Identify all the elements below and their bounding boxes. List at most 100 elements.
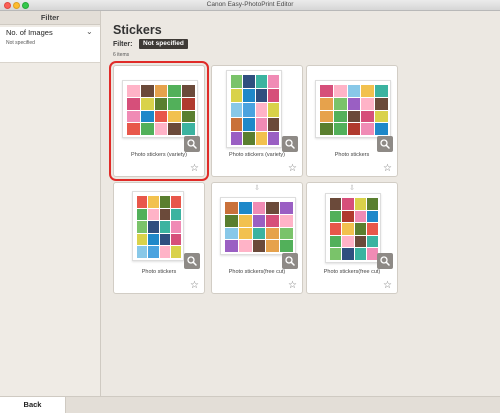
photo-thumbnail xyxy=(140,110,154,123)
photo-grid xyxy=(330,198,378,260)
chevron-down-icon[interactable]: ⌄ xyxy=(86,28,93,36)
photo-thumbnail xyxy=(366,210,378,223)
star-outline-icon[interactable]: ☆ xyxy=(383,281,392,291)
photo-thumbnail xyxy=(366,235,378,248)
magnifier-icon[interactable] xyxy=(184,136,200,152)
main-content: Stickers Filter: Not specified 6 items P… xyxy=(101,11,500,396)
template-card[interactable]: Photo stickers ☆ xyxy=(113,182,205,294)
photo-thumbnail xyxy=(252,214,266,227)
download-cloud-icon: ⇩ xyxy=(349,185,355,192)
photo-thumbnail xyxy=(320,85,333,97)
photo-thumbnail xyxy=(347,85,361,97)
template-card[interactable]: Photo stickers ☆ xyxy=(306,65,398,177)
photo-grid xyxy=(231,75,279,145)
photo-thumbnail xyxy=(137,196,148,208)
star-outline-icon[interactable]: ☆ xyxy=(288,164,297,174)
photo-thumbnail xyxy=(148,246,159,258)
photo-thumbnail xyxy=(159,233,170,246)
photo-thumbnail xyxy=(354,210,366,223)
template-label: Photo stickers xyxy=(141,269,177,275)
photo-grid xyxy=(225,202,293,252)
photo-thumbnail xyxy=(231,131,243,145)
photo-thumbnail xyxy=(168,97,182,110)
magnifier-icon[interactable] xyxy=(282,253,298,269)
photo-thumbnail xyxy=(238,240,252,252)
template-label: Photo stickers xyxy=(334,152,370,158)
photo-thumbnail xyxy=(366,198,378,210)
photo-thumbnail xyxy=(342,248,354,260)
photo-thumbnail xyxy=(231,117,243,131)
photo-thumbnail xyxy=(140,85,154,97)
photo-thumbnail xyxy=(170,196,181,208)
window-titlebar: Canon Easy-PhotoPrint Editor xyxy=(0,0,500,11)
photo-thumbnail xyxy=(159,221,170,233)
photo-thumbnail xyxy=(280,227,293,240)
photo-thumbnail xyxy=(231,75,243,89)
photo-thumbnail xyxy=(252,227,266,240)
photo-thumbnail xyxy=(168,85,182,97)
back-button[interactable]: Back xyxy=(0,397,66,413)
photo-thumbnail xyxy=(342,223,354,235)
filter-label: Filter: xyxy=(113,41,133,48)
photo-thumbnail xyxy=(243,103,255,117)
photo-thumbnail xyxy=(354,223,366,235)
star-outline-icon[interactable]: ☆ xyxy=(288,281,297,291)
star-outline-icon[interactable]: ☆ xyxy=(190,164,199,174)
magnifier-icon[interactable] xyxy=(377,253,393,269)
photo-thumbnail xyxy=(347,97,361,110)
photo-thumbnail xyxy=(330,210,342,223)
template-card[interactable]: Photo stickers (variety) ☆ xyxy=(211,65,303,177)
photo-thumbnail xyxy=(148,196,159,208)
photo-thumbnail xyxy=(266,227,280,240)
filter-value-badge[interactable]: Not specified xyxy=(139,39,188,49)
photo-thumbnail xyxy=(375,110,388,123)
photo-thumbnail xyxy=(280,202,293,214)
photo-thumbnail xyxy=(361,85,375,97)
photo-thumbnail xyxy=(159,246,170,258)
template-label: Photo stickers (variety) xyxy=(229,152,285,158)
photo-thumbnail xyxy=(361,110,375,123)
photo-thumbnail xyxy=(361,97,375,110)
star-outline-icon[interactable]: ☆ xyxy=(383,164,392,174)
photo-thumbnail xyxy=(154,85,168,97)
filter-sidebar: Filter No. of Images Not specified ⌄ xyxy=(0,11,101,396)
magnifier-icon[interactable] xyxy=(184,253,200,269)
photo-thumbnail xyxy=(375,97,388,110)
photo-thumbnail xyxy=(243,89,255,103)
photo-grid xyxy=(127,85,195,135)
template-card[interactable]: ⇩ Photo stickers(free cut) ☆ xyxy=(211,182,303,294)
photo-thumbnail xyxy=(330,223,342,235)
photo-thumbnail xyxy=(182,123,195,135)
star-outline-icon[interactable]: ☆ xyxy=(190,281,199,291)
photo-thumbnail xyxy=(333,97,347,110)
photo-thumbnail xyxy=(170,208,181,221)
photo-grid xyxy=(137,196,181,258)
photo-thumbnail xyxy=(137,208,148,221)
photo-thumbnail xyxy=(170,233,181,246)
photo-thumbnail xyxy=(361,123,375,135)
photo-thumbnail xyxy=(170,246,181,258)
template-card[interactable]: ⇩ Photo stickers(free cut) ☆ xyxy=(306,182,398,294)
photo-thumbnail xyxy=(255,117,267,131)
magnifier-icon[interactable] xyxy=(377,136,393,152)
photo-thumbnail xyxy=(347,123,361,135)
photo-thumbnail xyxy=(243,131,255,145)
photo-thumbnail xyxy=(267,117,279,131)
photo-thumbnail xyxy=(127,123,140,135)
magnifier-icon[interactable] xyxy=(282,136,298,152)
photo-thumbnail xyxy=(354,235,366,248)
photo-thumbnail xyxy=(333,110,347,123)
photo-thumbnail xyxy=(267,75,279,89)
photo-thumbnail xyxy=(182,97,195,110)
photo-thumbnail xyxy=(148,208,159,221)
photo-thumbnail xyxy=(342,198,354,210)
photo-thumbnail xyxy=(267,103,279,117)
photo-thumbnail xyxy=(252,240,266,252)
photo-thumbnail xyxy=(127,110,140,123)
photo-grid xyxy=(320,85,388,135)
photo-thumbnail xyxy=(170,221,181,233)
template-preview xyxy=(122,80,198,138)
template-card[interactable]: Photo stickers (variety) ☆ xyxy=(109,61,209,181)
photo-thumbnail xyxy=(267,131,279,145)
photo-thumbnail xyxy=(255,75,267,89)
